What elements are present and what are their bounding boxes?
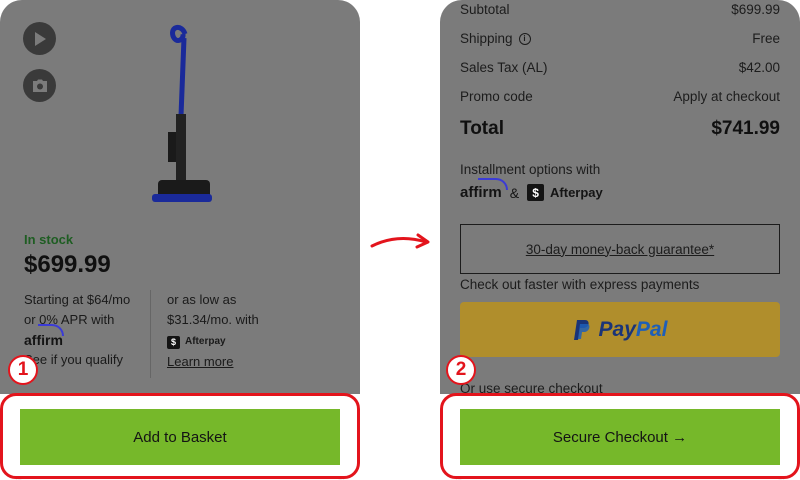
affirm-logo: affirm (460, 178, 508, 201)
money-back-guarantee-link[interactable]: 30-day money-back guarantee* (460, 224, 780, 274)
financing-divider (150, 290, 151, 378)
play-icon (34, 31, 46, 46)
affirm-logo: affirm (24, 324, 64, 350)
tax-row: Sales Tax (AL) $42.00 (460, 60, 780, 75)
highlight-add-to-basket (0, 393, 360, 479)
promo-value[interactable]: Apply at checkout (673, 89, 780, 104)
subtotal-value: $699.99 (731, 2, 780, 17)
learn-more-link[interactable]: Learn more (167, 352, 317, 372)
play-video-button[interactable] (23, 22, 56, 55)
promo-label: Promo code (460, 89, 533, 104)
affirm-financing: Starting at $64/mo or 0% APR with affirm… (24, 290, 144, 370)
product-price: $699.99 (24, 251, 111, 278)
promo-row: Promo code Apply at checkout (460, 89, 780, 104)
paypal-wordmark: PayPal (598, 317, 668, 341)
tax-value: $42.00 (738, 60, 780, 75)
afterpay-badge-icon: $ (527, 184, 545, 201)
installment-logos: affirm & $ Afterpay (460, 178, 603, 201)
afterpay-line-1: or as low as (167, 292, 237, 307)
afterpay-logo: $ Afterpay (167, 332, 317, 352)
shipping-label: Shipping (460, 31, 513, 46)
afterpay-line-2: $31.34/mo. with (167, 312, 259, 327)
affirm-qualify-link[interactable]: See if you qualify (24, 350, 144, 370)
info-icon[interactable]: i (518, 32, 531, 45)
subtotal-label: Subtotal (460, 2, 510, 17)
view-photos-button[interactable] (23, 69, 56, 102)
curved-arrow-icon (370, 233, 430, 249)
afterpay-logo: $ Afterpay (527, 184, 603, 201)
installment-title: Installment options with (460, 162, 601, 177)
vacuum-product-image (152, 25, 212, 202)
afterpay-financing: or as low as $31.34/mo. with $ Afterpay … (167, 290, 317, 372)
highlight-checkout (440, 393, 800, 479)
total-label: Total (460, 118, 504, 139)
step-2-badge: 2 (446, 355, 476, 385)
shipping-row: Shipping i Free (460, 31, 780, 46)
paypal-icon (573, 319, 590, 340)
affirm-line-1: Starting at $64/mo (24, 292, 131, 307)
stock-status: In stock (24, 232, 74, 247)
afterpay-badge-icon: $ (167, 335, 180, 349)
ampersand: & (509, 184, 520, 201)
paypal-button[interactable]: PayPal (460, 302, 780, 357)
camera-icon (32, 79, 47, 92)
shipping-value: Free (752, 31, 780, 46)
subtotal-row: Subtotal $699.99 (460, 2, 780, 17)
step-1-badge: 1 (8, 355, 38, 385)
express-payments-title: Check out faster with express payments (460, 277, 700, 292)
total-value: $741.99 (711, 118, 780, 139)
total-row: Total $741.99 (460, 118, 780, 140)
tax-label: Sales Tax (AL) (460, 60, 548, 75)
